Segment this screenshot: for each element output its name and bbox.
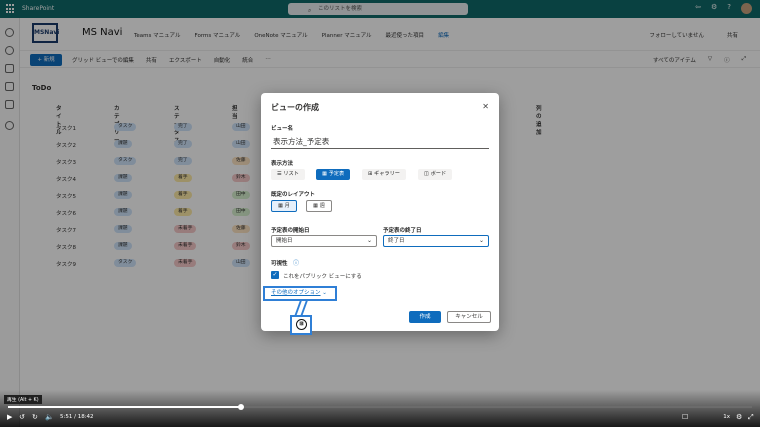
more-options-label: その他のオプション [271,290,321,296]
show-as-board-button[interactable]: ◫ ボード [418,169,453,180]
volume-icon[interactable]: 🔈 [45,413,54,421]
layout-week-label: 週 [319,203,325,209]
create-button[interactable]: 作成 [409,311,441,323]
play-tooltip: 再生 (Alt + K) [4,395,42,404]
show-as-calendar-label: 予定表 [328,171,345,177]
visibility-label: 可視性 [271,261,288,267]
info-icon[interactable]: ⓘ [293,258,299,267]
end-date-value: 終了日 [388,238,405,244]
play-icon[interactable]: ▶ [7,413,12,421]
close-icon[interactable]: ✕ [482,102,489,111]
start-date-value: 開始日 [276,238,293,244]
layout-month-label: 月 [284,203,290,209]
more-options-button[interactable]: その他のオプション ⌄ [263,286,337,301]
progress-handle[interactable] [237,404,244,410]
end-date-dropdown[interactable]: 終了日 ⌄ [383,235,489,247]
step-callout: ⑧ [290,315,312,335]
show-as-board-label: ボード [430,171,447,177]
show-as-calendar-button[interactable]: ▦ 予定表 [316,169,351,180]
view-name-input[interactable]: 表示方法_予定表 [271,135,489,149]
show-as-list-label: リスト [283,171,299,177]
fullscreen-icon[interactable]: ⤢ [748,413,754,422]
progress-fill [8,406,241,408]
step-number: ⑧ [296,319,307,330]
video-player-bar [0,390,760,427]
show-as-gallery-button[interactable]: ⊞ ギャラリー [362,169,406,180]
playback-speed[interactable]: 1x [723,414,730,420]
show-as-label: 表示方法 [271,161,294,167]
create-view-dialog: ビューの作成 ✕ ビュー名 表示方法_予定表 表示方法 ☰ リスト ▦ 予定表 … [261,93,499,331]
rewind-icon[interactable]: ↺ [19,413,25,421]
progress-bar[interactable] [8,404,752,410]
start-date-dropdown[interactable]: 開始日 ⌄ [271,235,377,247]
captions-icon[interactable]: ☐ [682,413,688,421]
chevron-down-icon: ⌄ [366,237,372,244]
view-name-label: ビュー名 [271,126,294,132]
start-date-label: 予定表の開始日 [271,228,310,234]
end-date-label: 予定表の終了日 [383,228,422,234]
layout-label: 既定のレイアウト [271,192,316,198]
public-view-label: これをパブリック ビューにする [283,274,362,280]
layout-month-button[interactable]: ▦ 月 [271,200,297,212]
chevron-down-icon: ⌄ [322,290,327,296]
layout-week-button[interactable]: ▦ 週 [306,200,332,212]
screen: SharePoint ⌕ このリストを検索 ⇦ ⚙ ? MSNavi MS Na… [0,0,760,427]
forward-icon[interactable]: ↻ [32,413,38,421]
show-as-list-button[interactable]: ☰ リスト [271,169,305,180]
settings-icon[interactable]: ⚙ [736,413,742,421]
playback-time: 5:51 / 18:42 [60,414,94,420]
dialog-title: ビューの作成 [271,103,319,112]
cancel-button[interactable]: キャンセル [447,311,491,323]
show-as-gallery-label: ギャラリー [374,171,400,177]
public-view-checkbox[interactable]: ✓ [271,271,279,279]
chevron-down-icon: ⌄ [478,237,484,244]
